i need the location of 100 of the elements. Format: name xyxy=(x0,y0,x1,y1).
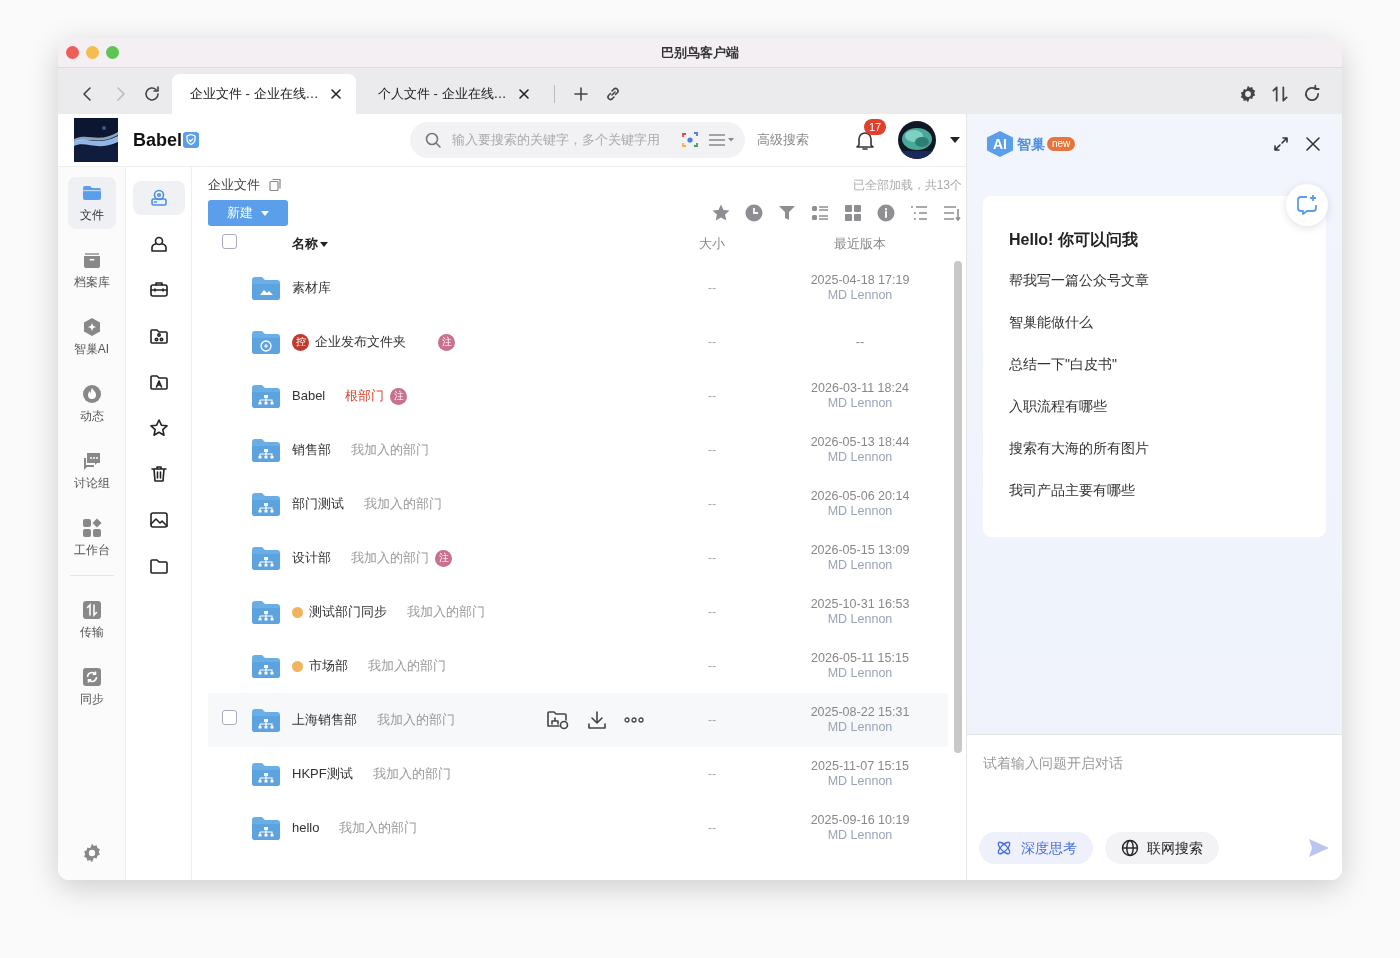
tree-list-icon[interactable] xyxy=(909,203,929,223)
window-title: 巴别鸟客户端 xyxy=(661,43,739,62)
suggestion-link[interactable]: 搜索有大海的所有图片 xyxy=(1009,438,1149,459)
version-date: 2025-10-31 16:53 xyxy=(809,597,911,612)
version-author: MD Lennon xyxy=(826,288,894,303)
close-icon[interactable] xyxy=(330,88,342,100)
file-name[interactable]: 测试部门同步 xyxy=(309,602,387,622)
sidebar-item[interactable]: 动态 xyxy=(67,378,116,430)
sidebar-item[interactable]: 文件 xyxy=(67,177,116,229)
version-author: MD Lennon xyxy=(826,774,894,789)
browser-tab[interactable]: 企业文件 - 企业在线… xyxy=(172,74,356,114)
file-name[interactable]: 市场部 xyxy=(309,656,348,676)
close-icon[interactable] xyxy=(518,88,530,100)
file-row[interactable]: 设计部 我加入的部门 注 -- 2026-05-15 13:09 MD Lennon xyxy=(208,531,948,585)
sync-icon xyxy=(1302,84,1322,104)
option-toggle[interactable]: 深度思考 xyxy=(979,832,1093,864)
file-row[interactable]: hello 我加入的部门 -- 2025-09-16 10:19 MD Lennon xyxy=(208,801,948,855)
suggestion-link[interactable]: 智巢能做什么 xyxy=(1009,312,1093,333)
browser-tab[interactable]: 个人文件 - 企业在线… xyxy=(360,74,544,114)
new-chat-button[interactable] xyxy=(1286,184,1328,226)
version-author: MD Lennon xyxy=(826,666,894,681)
version-author: MD Lennon xyxy=(826,720,894,735)
copy-icon[interactable] xyxy=(268,178,282,192)
file-name[interactable]: 上海销售部 xyxy=(292,710,357,730)
file-row[interactable]: 部门测试 我加入的部门 -- 2026-05-06 20:14 MD Lennon xyxy=(208,477,948,531)
file-name[interactable]: 部门测试 xyxy=(292,494,344,514)
chat-composer[interactable]: 试着输入问题开启对话 深度思考 联网搜索 xyxy=(967,734,1342,880)
file-name[interactable]: hello xyxy=(292,818,320,838)
file-size: -- xyxy=(707,820,717,836)
sidebar-item[interactable]: 传输 xyxy=(67,594,116,646)
new-chat-icon xyxy=(1295,193,1319,217)
search-field[interactable]: 输入要搜索的关键字，多个关键字用 xyxy=(410,122,746,158)
file-name[interactable]: 企业发布文件夹 xyxy=(315,332,406,352)
more-icon[interactable] xyxy=(624,717,644,723)
search-input[interactable]: 输入要搜索的关键字，多个关键字用 xyxy=(450,129,674,151)
window-control-button[interactable] xyxy=(66,46,79,59)
link-icon xyxy=(604,85,622,103)
caret-down-icon[interactable] xyxy=(320,241,328,247)
transfer-icon xyxy=(1270,84,1290,104)
file-row[interactable]: 测试部门同步 我加入的部门 -- 2025-10-31 16:53 MD Lennon xyxy=(208,585,948,639)
close-icon[interactable] xyxy=(1304,135,1322,153)
suggestion-link[interactable]: 总结一下"白皮书" xyxy=(1009,354,1117,375)
star-icon xyxy=(148,418,169,438)
grid-view-icon[interactable] xyxy=(843,203,863,223)
image-search-icon[interactable] xyxy=(681,131,700,149)
version-date: 2025-04-18 17:19 xyxy=(809,273,911,288)
row-checkbox[interactable] xyxy=(222,709,237,725)
sidebar-item[interactable]: 同步 xyxy=(67,661,116,713)
file-name[interactable]: 销售部 xyxy=(292,440,331,460)
file-name[interactable]: Babel xyxy=(292,386,326,406)
enterprise-folder-icon xyxy=(252,330,280,354)
column-header: 最近版本 xyxy=(834,236,886,251)
folder-permission-icon[interactable] xyxy=(546,709,570,731)
version-date: 2025-08-22 15:31 xyxy=(809,705,911,720)
atom-icon xyxy=(995,839,1013,857)
file-row[interactable]: 市场部 我加入的部门 -- 2026-05-11 15:15 MD Lennon xyxy=(208,639,948,693)
advanced-search-link[interactable]: 高级搜索 xyxy=(757,130,810,150)
expand-icon[interactable] xyxy=(1272,135,1290,153)
info-icon[interactable] xyxy=(876,203,896,223)
sidebar-item[interactable]: 工作台 xyxy=(67,512,116,564)
version-author: MD Lennon xyxy=(826,558,894,573)
suggestion-link[interactable]: 我司产品主要有哪些 xyxy=(1009,480,1135,501)
sidebar-item[interactable]: 档案库 xyxy=(67,244,116,296)
filter-icon[interactable] xyxy=(777,203,797,223)
download-icon[interactable] xyxy=(586,709,608,731)
file-row[interactable]: 控 企业发布文件夹 注 -- -- xyxy=(208,315,948,369)
star-icon[interactable] xyxy=(711,203,731,223)
scrollbar-thumb[interactable] xyxy=(954,261,962,753)
file-name[interactable]: HKPF测试 xyxy=(292,764,353,784)
option-toggle[interactable]: 联网搜索 xyxy=(1105,832,1219,864)
department-folder-icon xyxy=(252,600,280,624)
image-icon xyxy=(148,510,169,530)
file-row[interactable]: HKPF测试 我加入的部门 -- 2025-11-07 15:15 MD Lennon xyxy=(208,747,948,801)
caret-down-icon[interactable] xyxy=(950,137,960,143)
note-badge: 注 xyxy=(435,549,452,567)
suggestion-link[interactable]: 入职流程有哪些 xyxy=(1009,396,1107,417)
column-header[interactable]: 名称 xyxy=(292,234,318,254)
plus-icon xyxy=(572,85,590,103)
hexagon-icon xyxy=(81,316,102,337)
file-name[interactable]: 设计部 xyxy=(292,548,331,568)
sort-icon[interactable] xyxy=(942,203,962,223)
filter-options-icon[interactable] xyxy=(707,132,736,148)
file-row[interactable]: 上海销售部 我加入的部门 -- 2025-08-22 15:31 MD Lennon xyxy=(208,693,948,747)
new-badge: new xyxy=(1047,137,1076,151)
select-all-checkbox[interactable] xyxy=(222,233,237,249)
file-row[interactable]: 素材库 -- 2025-04-18 17:19 MD Lennon xyxy=(208,261,948,315)
list-view-icon[interactable] xyxy=(810,203,830,223)
file-name[interactable]: 素材库 xyxy=(292,278,331,298)
file-row[interactable]: 销售部 我加入的部门 -- 2026-05-13 18:44 MD Lennon xyxy=(208,423,948,477)
suggestion-link[interactable]: 帮我写一篇公众号文章 xyxy=(1009,270,1149,291)
drive-icon xyxy=(148,188,169,208)
version-date: 2026-03-11 18:24 xyxy=(810,381,910,396)
file-row[interactable]: Babel 根部门 注 -- 2026-03-11 18:24 MD Lennon xyxy=(208,369,948,423)
file-size: -- xyxy=(707,550,717,566)
department-folder-icon xyxy=(252,708,280,732)
version-date: 2025-11-07 15:15 xyxy=(810,759,910,774)
clock-icon[interactable] xyxy=(744,203,764,223)
sidebar-item[interactable]: 讨论组 xyxy=(67,445,116,497)
notification-bell-icon[interactable] xyxy=(854,129,876,151)
sidebar-item[interactable]: 智巢AI xyxy=(67,311,116,363)
